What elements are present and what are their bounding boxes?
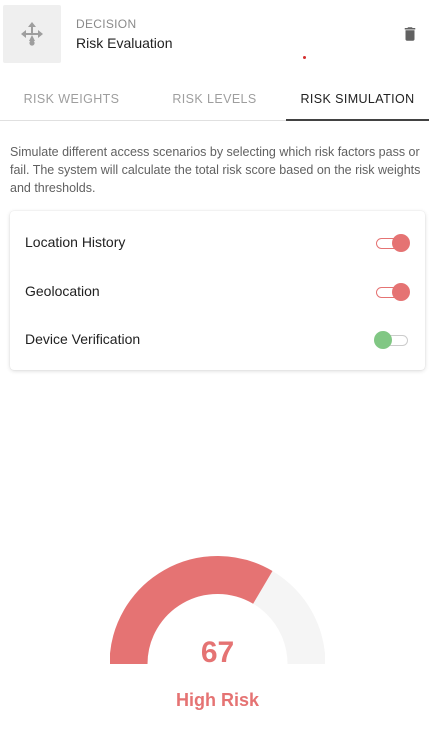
toggle-thumb (392, 234, 410, 252)
risk-level-label: High Risk (175, 690, 259, 710)
device-verification-toggle[interactable] (374, 330, 410, 350)
status-dot (303, 56, 306, 59)
node-header: DECISION Risk Evaluation (0, 0, 429, 80)
move-arrows-icon[interactable] (3, 5, 61, 63)
tab-bar: RISK WEIGHTS RISK LEVELS RISK SIMULATION (0, 80, 429, 121)
factor-label: Geolocation (25, 283, 100, 299)
simulation-description: Simulate different access scenarios by s… (10, 145, 421, 195)
risk-score-value: 67 (200, 636, 235, 669)
factor-row-location-history: Location History (25, 231, 410, 255)
node-type-label: DECISION (76, 17, 137, 31)
factor-label: Device Verification (25, 331, 141, 347)
location-history-toggle[interactable] (374, 233, 410, 253)
factor-row-geolocation: Geolocation (25, 280, 410, 304)
toggle-thumb (374, 331, 392, 349)
tab-risk-simulation[interactable]: RISK SIMULATION (286, 80, 429, 121)
node-title: Risk Evaluation (76, 35, 173, 51)
geolocation-toggle[interactable] (374, 282, 410, 302)
tab-risk-weights[interactable]: RISK WEIGHTS (0, 80, 143, 120)
factor-row-device-verification: Device Verification (25, 328, 410, 352)
tab-risk-levels[interactable]: RISK LEVELS (143, 80, 286, 120)
toggle-thumb (392, 283, 410, 301)
trash-icon[interactable] (401, 25, 419, 43)
factor-label: Location History (25, 234, 126, 250)
risk-factor-card: Location History Geolocation Device Veri… (10, 211, 425, 370)
